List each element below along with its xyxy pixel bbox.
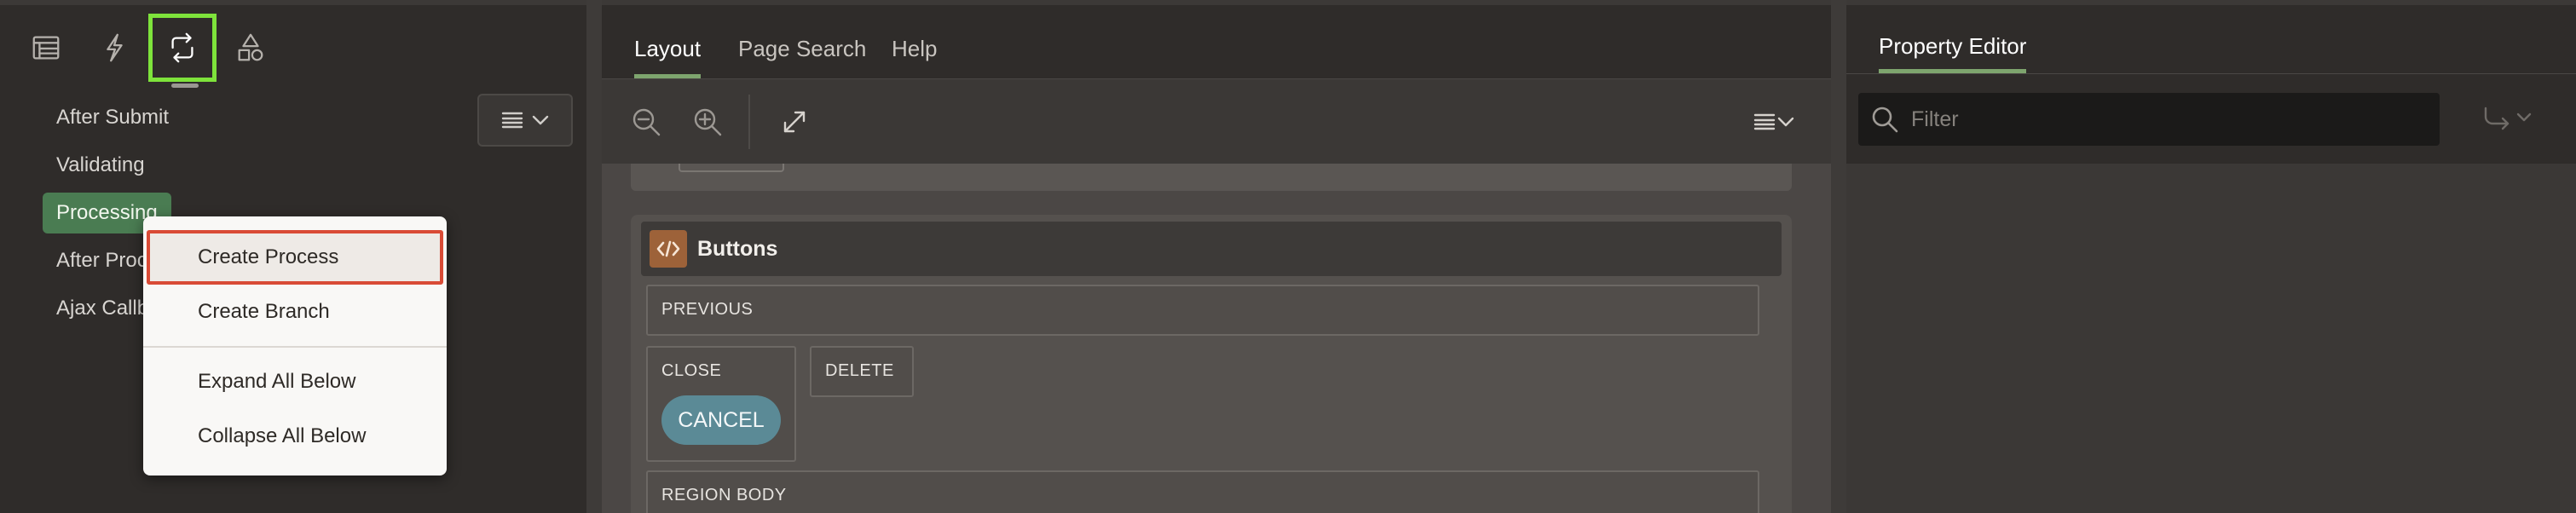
processing-tab[interactable] — [148, 14, 217, 88]
slot-close[interactable]: CLOSE CANCEL — [646, 346, 796, 462]
list-menu-icon — [501, 112, 523, 129]
right-splitter[interactable] — [1831, 0, 1846, 513]
tab-layout[interactable]: Layout — [634, 19, 702, 78]
slot-previous[interactable]: PREVIOUS — [646, 285, 1759, 336]
slot-delete-label: DELETE — [825, 361, 894, 380]
menu-item-create-branch[interactable]: Create Branch — [143, 285, 447, 339]
menu-item-collapse-all-below[interactable]: Collapse All Below — [143, 409, 447, 464]
list-menu-icon — [1753, 113, 1776, 130]
chevron-down-icon — [532, 115, 549, 125]
slot-previous-label: PREVIOUS — [661, 300, 754, 319]
menu-item-create-process[interactable]: Create Process — [147, 230, 443, 285]
center-pane: Layout Page Search Help Buttons PREVIOUS… — [602, 0, 1831, 513]
chevron-down-icon — [2516, 112, 2532, 122]
property-editor-header: Property Editor — [1846, 5, 2576, 73]
previous-region-bottom — [631, 164, 1792, 191]
rendering-tab[interactable] — [12, 14, 80, 82]
expand-button[interactable] — [774, 101, 815, 142]
buttons-region-header[interactable]: Buttons — [641, 222, 1782, 276]
previous-region-slot — [679, 164, 784, 172]
left-pane: After Submit Validating Processing After… — [0, 0, 586, 513]
buttons-region-title: Buttons — [697, 236, 778, 261]
tab-page-search[interactable]: Page Search — [738, 19, 866, 78]
processing-loop-icon — [171, 32, 193, 63]
menu-item-expand-all-below[interactable]: Expand All Below — [143, 354, 447, 409]
filter-field[interactable] — [1858, 93, 2440, 146]
shared-components-tab[interactable] — [217, 14, 285, 82]
search-icon — [1872, 107, 1898, 133]
expand-icon — [783, 111, 806, 133]
zoom-out-icon — [632, 108, 661, 136]
toolbar-divider — [748, 95, 750, 149]
slot-delete[interactable]: DELETE — [810, 346, 914, 397]
filter-input[interactable] — [1911, 107, 2406, 132]
buttons-region[interactable]: Buttons PREVIOUS CLOSE CANCEL DELETE REG… — [631, 215, 1792, 513]
chevron-down-icon — [1777, 117, 1794, 127]
slot-close-label: CLOSE — [661, 361, 722, 380]
code-icon — [650, 230, 687, 268]
right-pane: Property Editor — [1846, 0, 2576, 513]
left-splitter[interactable] — [586, 0, 602, 513]
dynamic-actions-tab[interactable] — [80, 14, 148, 82]
property-editor-body — [1846, 164, 2576, 513]
layout-menu-button[interactable] — [1744, 101, 1804, 142]
lightning-icon — [107, 33, 123, 62]
tree-item-after-submit[interactable]: After Submit — [43, 97, 182, 138]
tree-menu-button[interactable] — [477, 94, 573, 147]
menu-divider — [143, 346, 447, 348]
rendering-tree-icon — [32, 36, 60, 60]
slot-region-body-label: REGION BODY — [661, 486, 787, 504]
go-to-arrow-icon — [2484, 107, 2510, 130]
property-editor-toolbar — [1846, 73, 2576, 164]
tree-item-validating[interactable]: Validating — [43, 145, 159, 186]
slot-region-body[interactable]: REGION BODY — [646, 470, 1759, 513]
tab-property-editor[interactable]: Property Editor — [1879, 19, 2027, 73]
shapes-icon — [238, 33, 263, 61]
context-menu: Create Process Create Branch Expand All … — [143, 216, 447, 476]
cancel-button[interactable]: CANCEL — [661, 395, 781, 445]
tab-help[interactable]: Help — [892, 19, 937, 78]
go-to-group-button[interactable] — [2482, 105, 2532, 130]
layout-toolbar — [602, 78, 1831, 164]
zoom-out-button[interactable] — [626, 101, 667, 142]
zoom-in-icon — [694, 108, 722, 136]
zoom-in-button[interactable] — [687, 101, 728, 142]
layout-canvas: Buttons PREVIOUS CLOSE CANCEL DELETE REG… — [602, 164, 1831, 513]
